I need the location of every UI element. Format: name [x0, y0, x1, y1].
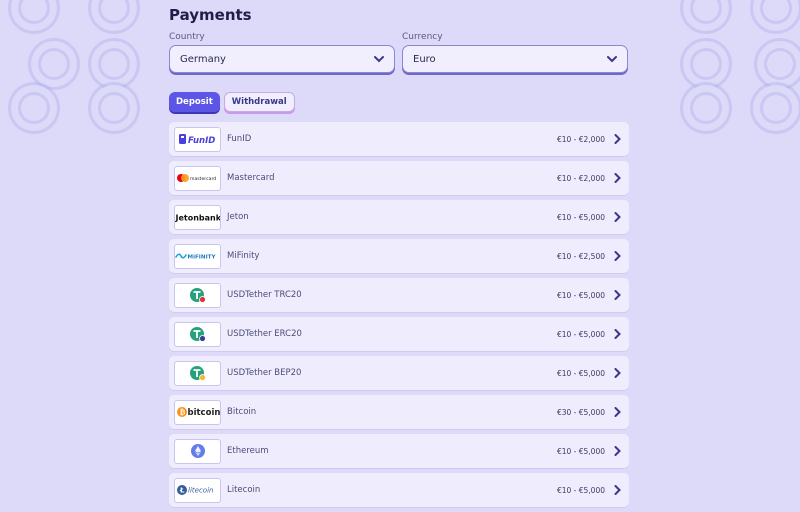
method-name: FunID: [227, 134, 252, 144]
payment-type-tabs: Deposit Withdrawal: [169, 92, 295, 112]
payment-method-row[interactable]: USDTether ERC20 €10 - €5,000: [169, 317, 629, 351]
currency-value: Euro: [413, 53, 436, 65]
method-range: €10 - €5,000: [556, 368, 605, 378]
payment-method-row[interactable]: Ł litecoin Litecoin €10 - €5,000: [169, 473, 629, 507]
page-title: Payments: [169, 6, 252, 24]
currency-label: Currency: [402, 32, 443, 42]
chevron-right-icon: [614, 290, 621, 300]
currency-select[interactable]: Euro: [402, 45, 628, 73]
svg-text:₿: ₿: [179, 409, 185, 417]
litecoin-logo: Ł litecoin: [174, 477, 221, 503]
chevron-down-icon: [374, 56, 384, 63]
payment-method-row[interactable]: USDTether BEP20 €10 - €5,000: [169, 356, 629, 390]
method-name: Mastercard: [227, 173, 275, 183]
chevron-right-icon: [614, 329, 621, 339]
method-range: €10 - €2,500: [556, 251, 605, 261]
payment-method-row[interactable]: USDTether TRC20 €10 - €5,000: [169, 278, 629, 312]
method-name: USDTether BEP20: [227, 368, 302, 378]
svg-text:Ł: Ł: [179, 487, 185, 495]
method-range: €10 - €5,000: [556, 485, 605, 495]
method-name: MiFinity: [227, 251, 260, 261]
tether-trc20-icon: [174, 282, 221, 308]
chevron-right-icon: [614, 173, 621, 183]
litecoin-logo-text: litecoin: [188, 487, 213, 495]
payment-method-row[interactable]: MiFINITY MiFinity €10 - €2,500: [169, 239, 629, 273]
method-range: €10 - €5,000: [556, 446, 605, 456]
mastercard-logo-text: mastercard: [190, 176, 216, 182]
method-name: Jeton: [227, 212, 249, 222]
tab-withdrawal[interactable]: Withdrawal: [223, 92, 295, 112]
method-range: €10 - €5,000: [556, 329, 605, 339]
bitcoin-logo: ₿ bitcoin: [174, 399, 221, 425]
payment-method-row[interactable]: mastercard Mastercard €10 - €2,000: [169, 161, 629, 195]
mastercard-logo: mastercard: [174, 165, 221, 191]
method-name: USDTether ERC20: [227, 329, 302, 339]
payment-method-row[interactable]: ₿ bitcoin Bitcoin €30 - €5,000: [169, 395, 629, 429]
jetonbank-logo: Jetonbank: [174, 204, 221, 230]
payment-methods-list: FunID FunID €10 - €2,000 mastercard Mast…: [169, 122, 629, 512]
funid-logo: FunID: [174, 126, 221, 152]
payment-method-row[interactable]: FunID FunID €10 - €2,000: [169, 122, 629, 156]
tab-deposit[interactable]: Deposit: [169, 92, 220, 112]
tether-erc20-icon: [174, 321, 221, 347]
chevron-down-icon: [607, 56, 617, 63]
method-name: Ethereum: [227, 446, 269, 456]
chevron-right-icon: [614, 368, 621, 378]
chevron-right-icon: [614, 134, 621, 144]
chevron-right-icon: [614, 407, 621, 417]
method-range: €10 - €5,000: [556, 290, 605, 300]
country-select[interactable]: Germany: [169, 45, 395, 73]
funid-logo-text: FunID: [188, 136, 215, 146]
chevron-right-icon: [614, 251, 621, 261]
method-range: €10 - €2,000: [556, 134, 605, 144]
chevron-right-icon: [614, 446, 621, 456]
method-name: Litecoin: [227, 485, 261, 495]
mifinity-logo-text: MiFINITY: [188, 255, 217, 261]
method-name: USDTether TRC20: [227, 290, 302, 300]
country-label: Country: [169, 32, 205, 42]
ethereum-icon: [174, 438, 221, 464]
jetonbank-logo-text: Jetonbank: [175, 214, 220, 223]
chevron-right-icon: [614, 485, 621, 495]
mifinity-logo: MiFINITY: [174, 243, 221, 269]
method-range: €30 - €5,000: [556, 407, 605, 417]
method-range: €10 - €5,000: [556, 212, 605, 222]
bitcoin-logo-text: bitcoin: [187, 408, 220, 418]
payment-method-row[interactable]: Ethereum €10 - €5,000: [169, 434, 629, 468]
method-range: €10 - €2,000: [556, 173, 605, 183]
payment-method-row[interactable]: Jetonbank Jeton €10 - €5,000: [169, 200, 629, 234]
chevron-right-icon: [614, 212, 621, 222]
method-name: Bitcoin: [227, 407, 257, 417]
tether-bep20-icon: [174, 360, 221, 386]
country-value: Germany: [180, 53, 226, 65]
